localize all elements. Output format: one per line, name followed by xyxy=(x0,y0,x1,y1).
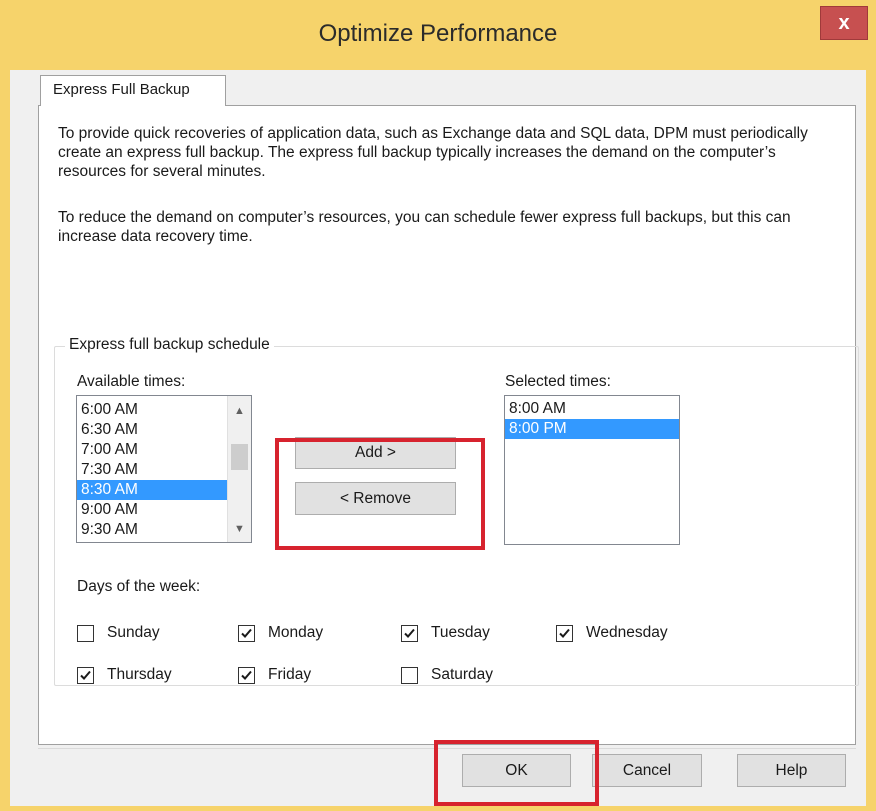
day-checkbox-wednesday[interactable]: Wednesday xyxy=(556,624,668,642)
description-paragraph-2: To reduce the demand on computer’s resou… xyxy=(58,209,791,245)
available-time-item[interactable]: 9:30 AM xyxy=(77,520,251,540)
day-label: Sunday xyxy=(107,624,160,641)
available-time-item[interactable]: 7:00 AM xyxy=(77,440,251,460)
available-times-scrollbar[interactable]: ▲ ▼ xyxy=(227,396,251,542)
day-checkbox-monday[interactable]: Monday xyxy=(238,624,323,642)
selected-time-item[interactable]: 8:00 PM xyxy=(505,419,679,439)
selected-times-listbox[interactable]: 8:00 AM 8:00 PM xyxy=(504,395,680,545)
add-button[interactable]: Add > xyxy=(295,437,456,469)
selected-times-label: Selected times: xyxy=(505,373,611,390)
footer-separator xyxy=(38,748,856,749)
scroll-down-icon[interactable]: ▼ xyxy=(228,518,251,540)
title-bar[interactable]: Optimize Performance x xyxy=(0,0,876,70)
available-time-item[interactable]: 9:00 AM xyxy=(77,500,251,520)
available-times-label: Available times: xyxy=(77,373,186,390)
ok-button[interactable]: OK xyxy=(462,754,571,787)
scroll-up-icon[interactable]: ▲ xyxy=(228,400,251,422)
available-time-item[interactable]: 7:30 AM xyxy=(77,460,251,480)
group-title: Express full backup schedule xyxy=(65,336,274,354)
day-checkbox-tuesday[interactable]: Tuesday xyxy=(401,624,490,642)
tab-express-full-backup[interactable]: Express Full Backup xyxy=(40,75,226,106)
ok-button-label: OK xyxy=(505,762,528,779)
help-button[interactable]: Help xyxy=(737,754,846,787)
checkmark-icon[interactable] xyxy=(238,666,255,684)
close-button[interactable]: x xyxy=(820,6,868,40)
close-icon: x xyxy=(838,12,850,34)
remove-button-label: < Remove xyxy=(339,490,412,507)
checkmark-icon[interactable] xyxy=(556,624,573,642)
dialog-title: Optimize Performance xyxy=(318,20,558,47)
cancel-button[interactable]: Cancel xyxy=(592,754,702,787)
day-label: Friday xyxy=(268,666,312,683)
available-times-listbox[interactable]: 6:00 AM 6:30 AM 7:00 AM 7:30 AM 8:30 AM 9:00 … xyxy=(76,395,252,543)
dialog-client-area: Express Full Backup To provide quick rec… xyxy=(10,70,866,806)
day-label: Wednesday xyxy=(586,624,668,641)
day-checkbox-thursday[interactable]: Thursday xyxy=(77,666,172,684)
day-label: Thursday xyxy=(107,666,172,683)
help-button-label: Help xyxy=(775,762,808,779)
tab-label: Express Full Backup xyxy=(53,81,190,98)
available-time-item[interactable]: 6:00 AM xyxy=(77,400,251,420)
days-of-week-label: Days of the week: xyxy=(77,578,201,595)
remove-button[interactable]: < Remove xyxy=(295,482,456,515)
add-button-label: Add > xyxy=(355,444,396,461)
tab-panel: To provide quick recoveries of applicati… xyxy=(38,105,859,745)
day-checkbox-sunday[interactable]: Sunday xyxy=(77,624,160,642)
dialog-window: Optimize Performance x Express Full Back… xyxy=(0,0,876,811)
cancel-button-label: Cancel xyxy=(622,762,672,779)
selected-time-item[interactable]: 8:00 AM xyxy=(505,399,679,419)
checkbox-icon[interactable] xyxy=(77,624,94,642)
checkbox-icon[interactable] xyxy=(401,666,418,684)
day-checkbox-saturday[interactable]: Saturday xyxy=(401,666,493,684)
available-time-item[interactable]: 8:30 AM xyxy=(77,480,251,500)
description-paragraph-1: To provide quick recoveries of applicati… xyxy=(58,125,808,180)
checkmark-icon[interactable] xyxy=(238,624,255,642)
day-label: Monday xyxy=(268,624,324,641)
day-label: Tuesday xyxy=(431,624,490,641)
checkmark-icon[interactable] xyxy=(401,624,418,642)
scroll-thumb[interactable] xyxy=(231,444,248,470)
available-time-item[interactable]: 6:30 AM xyxy=(77,420,251,440)
day-checkbox-friday[interactable]: Friday xyxy=(238,666,311,684)
checkmark-icon[interactable] xyxy=(77,666,94,684)
day-label: Saturday xyxy=(431,666,494,683)
schedule-group: Express full backup schedule Available t… xyxy=(54,336,859,686)
